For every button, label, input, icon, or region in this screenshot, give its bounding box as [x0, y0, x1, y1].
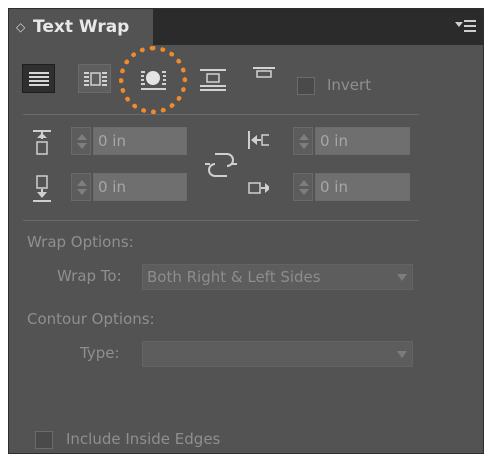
contour-options-heading: Contour Options: — [27, 310, 155, 328]
wrap-to-label: Wrap To: — [57, 267, 122, 285]
panel-tab[interactable]: ◇ Text Wrap — [9, 9, 153, 45]
jump-column-icon — [253, 67, 275, 78]
bounding-box-wrap-icon — [84, 72, 107, 86]
panel-titlebar: ◇ Text Wrap — [9, 9, 483, 45]
double-arrow-icon[interactable]: ◇ — [16, 9, 25, 45]
invert-label: Invert — [327, 76, 372, 94]
wrap-options-heading: Wrap Options: — [27, 233, 134, 251]
left-offset-stepper[interactable] — [293, 127, 313, 155]
wrap-to-value: Both Right & Left Sides — [147, 268, 321, 286]
top-offset-field[interactable]: 0 in — [93, 127, 187, 155]
invert-checkbox[interactable] — [297, 77, 315, 95]
right-offset-icon — [248, 182, 269, 194]
chevron-down-icon — [392, 342, 412, 366]
text-wrap-panel: ◇ Text Wrap Invert 0 in 0 in 0 in 0 in W… — [8, 8, 484, 454]
include-inside-edges-label: Include Inside Edges — [66, 430, 221, 448]
chevron-down-icon — [392, 265, 412, 289]
right-offset-field[interactable]: 0 in — [315, 173, 410, 201]
wrap-bounding-box-button[interactable] — [78, 64, 111, 93]
top-offset-stepper[interactable] — [71, 127, 91, 155]
left-offset-field[interactable]: 0 in — [315, 127, 410, 155]
left-offset-icon — [248, 131, 269, 149]
bottom-offset-stepper[interactable] — [71, 173, 91, 201]
separator — [23, 220, 419, 221]
no-text-wrap-button[interactable] — [22, 64, 55, 93]
include-inside-edges-checkbox[interactable] — [35, 431, 53, 449]
highlight-circle — [119, 46, 187, 114]
chain-link-icon[interactable] — [205, 150, 237, 180]
wrap-to-dropdown[interactable]: Both Right & Left Sides — [142, 264, 413, 290]
right-offset-stepper[interactable] — [293, 173, 313, 201]
bottom-offset-field[interactable]: 0 in — [93, 173, 187, 201]
type-label: Type: — [80, 344, 120, 362]
jump-to-next-column-button[interactable] — [247, 64, 280, 93]
jump-object-button[interactable] — [197, 64, 230, 93]
panel-title: Text Wrap — [33, 17, 130, 37]
top-offset-icon — [33, 130, 51, 155]
jump-object-icon — [200, 69, 226, 91]
separator — [23, 114, 419, 115]
bottom-offset-icon — [33, 175, 51, 202]
contour-type-dropdown[interactable] — [142, 341, 413, 367]
no-wrap-icon — [29, 72, 49, 86]
panel-menu-icon[interactable] — [455, 18, 477, 36]
